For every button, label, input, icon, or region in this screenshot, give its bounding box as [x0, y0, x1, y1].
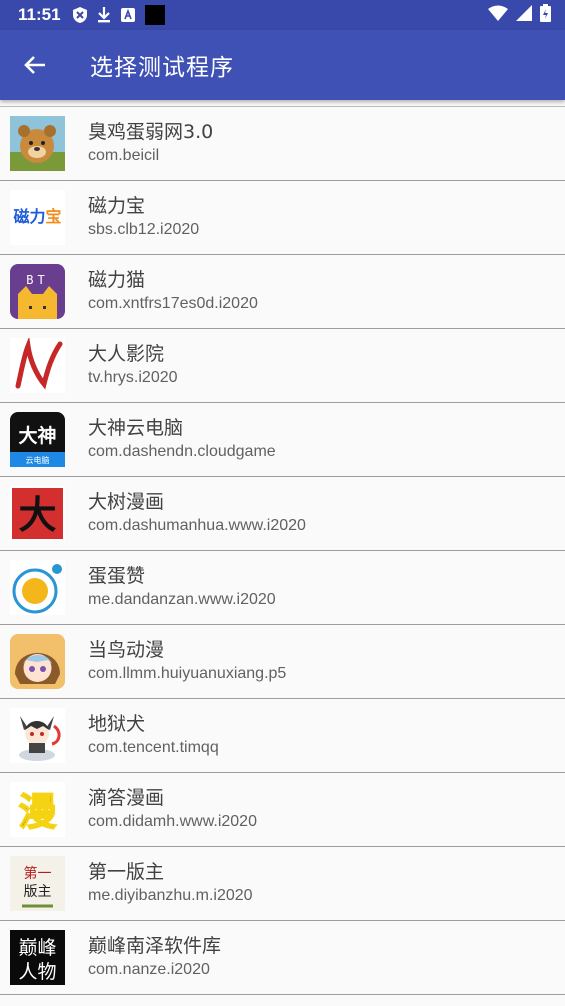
list-item[interactable]: 大 大树漫画 com.dashumanhua.www.i2020: [0, 477, 565, 551]
svg-text:云电脑: 云电脑: [26, 455, 50, 465]
app-package: com.xntfrs17es0d.i2020: [88, 295, 258, 312]
app-name: 磁力宝: [88, 195, 146, 217]
signal-icon: [516, 4, 532, 26]
bt-cat-icon: BT: [10, 264, 65, 319]
app-package: me.diyibanzhu.m.i2020: [88, 887, 253, 904]
app-package: com.beicil: [88, 147, 160, 164]
svg-text:第一: 第一: [24, 865, 52, 882]
app-name: 当鸟动漫: [88, 639, 165, 661]
app-package: tv.hrys.i2020: [88, 369, 178, 386]
list-item[interactable]: 大人影院 tv.hrys.i2020: [0, 329, 565, 403]
black-square-icon: [144, 5, 165, 25]
chibi-character-icon: [10, 708, 65, 763]
diyibanzhu-icon: 第一 版主: [10, 856, 65, 911]
app-package: com.tencent.timqq: [88, 739, 219, 756]
list-item[interactable]: 当鸟动漫 com.llmm.huiyuanuxiang.p5: [0, 625, 565, 699]
wifi-icon: [488, 5, 508, 26]
list-item[interactable]: 第一 版主 第一版主 me.diyibanzhu.m.i2020: [0, 847, 565, 921]
app-package: com.llmm.huiyuanuxiang.p5: [88, 665, 287, 682]
app-name: 巅峰南泽软件库: [88, 935, 222, 957]
app-package: com.nanze.i2020: [88, 961, 210, 978]
list-item[interactable]: 磁力宝 磁力宝 sbs.clb12.i2020: [0, 181, 565, 255]
calligraphy-icon: 巅峰 人物: [10, 930, 65, 985]
list-item[interactable]: 巅峰 人物 巅峰南泽软件库 com.nanze.i2020: [0, 921, 565, 995]
arrow-back-icon: [24, 56, 45, 74]
status-bar: 11:51: [0, 0, 565, 30]
list-item[interactable]: 地狱犬 com.tencent.timqq: [0, 699, 565, 773]
app-name: 大树漫画: [88, 491, 165, 513]
download-icon: [97, 7, 111, 23]
page-title: 选择测试程序: [90, 55, 234, 81]
svg-text:漫: 漫: [18, 790, 56, 834]
cilibao-text-icon: 磁力宝: [10, 190, 65, 245]
man-text-icon: 漫: [10, 782, 65, 837]
list-item[interactable]: 漫 滴答漫画 com.didamh.www.i2020: [0, 773, 565, 847]
app-name: 大人影院: [88, 343, 165, 365]
svg-text:版主: 版主: [24, 884, 52, 900]
dashen-icon: 大神 云电脑: [10, 412, 65, 467]
svg-text:巅峰: 巅峰: [18, 937, 56, 959]
app-bar: 选择测试程序: [0, 30, 565, 100]
list-item[interactable]: BT 磁力猫 com.xntfrs17es0d.i2020: [0, 255, 565, 329]
battery-icon: [540, 3, 551, 27]
anime-girl-icon: [10, 634, 65, 689]
svg-text:人物: 人物: [18, 961, 56, 983]
notification-a-icon: [120, 8, 135, 22]
list-item[interactable]: 臭鸡蛋弱网3.0 com.beicil: [0, 107, 565, 181]
status-time: 11:51: [18, 5, 61, 24]
egg-circle-icon: [10, 560, 65, 615]
app-name: 磁力猫: [88, 269, 146, 291]
app-name: 蛋蛋赞: [88, 565, 146, 587]
bear-icon: [10, 116, 65, 171]
dashu-icon: 大: [10, 486, 65, 541]
app-package: me.dandanzan.www.i2020: [88, 591, 276, 608]
app-name: 地狱犬: [88, 713, 146, 735]
app-name: 臭鸡蛋弱网3.0: [88, 121, 214, 143]
app-package: com.dashumanhua.www.i2020: [88, 517, 306, 534]
app-package: sbs.clb12.i2020: [88, 221, 200, 238]
app-package: com.didamh.www.i2020: [88, 813, 257, 830]
red-n-logo-icon: [10, 338, 65, 393]
list-item[interactable]: 大神 云电脑 大神云电脑 com.dashendn.cloudgame: [0, 403, 565, 477]
svg-text:大: 大: [18, 492, 56, 537]
svg-text:磁力宝: 磁力宝: [13, 207, 61, 226]
app-list: 臭鸡蛋弱网3.0 com.beicil 磁力宝 磁力宝 sbs.clb12.i2…: [0, 106, 565, 995]
svg-text:BT: BT: [26, 273, 48, 287]
app-package: com.dashendn.cloudgame: [88, 443, 276, 460]
shield-icon: [72, 7, 87, 23]
back-button[interactable]: [0, 30, 70, 100]
app-name: 大神云电脑: [88, 417, 184, 439]
app-name: 滴答漫画: [88, 787, 165, 809]
list-item[interactable]: 蛋蛋赞 me.dandanzan.www.i2020: [0, 551, 565, 625]
svg-text:大神: 大神: [18, 424, 56, 447]
app-name: 第一版主: [88, 861, 165, 883]
